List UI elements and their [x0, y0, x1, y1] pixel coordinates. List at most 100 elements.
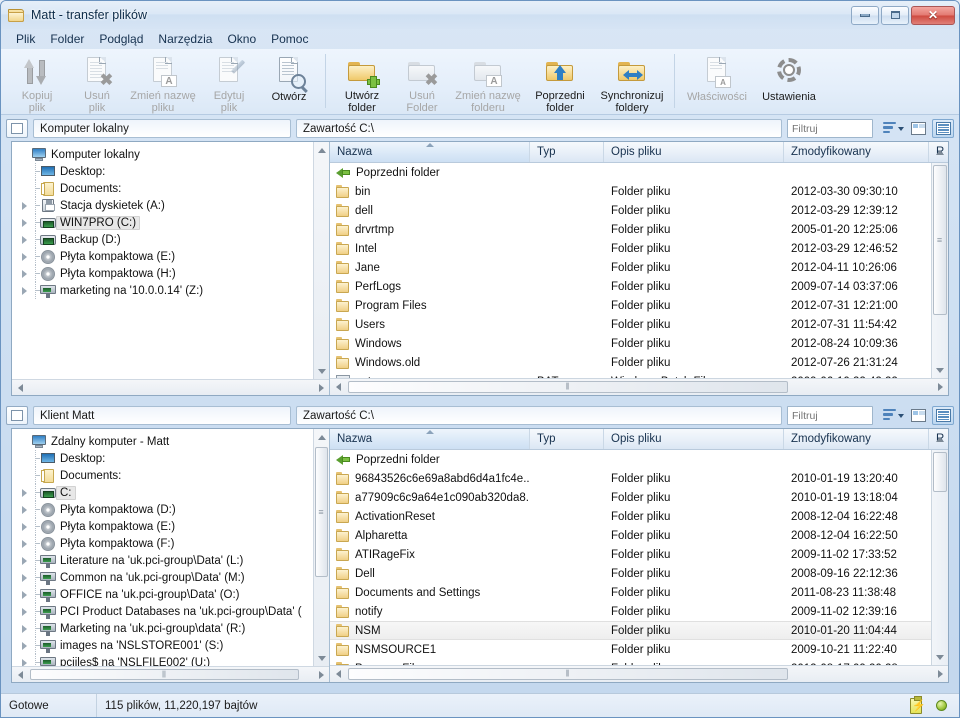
table-row[interactable]: a77909c6c9a64e1c090ab320da8... Folder pli… [330, 488, 931, 507]
remote-location-field[interactable]: Klient Matt [33, 406, 291, 425]
column-header-zmodyfikowany[interactable]: Zmodyfikowany [784, 142, 929, 162]
table-row[interactable]: bin Folder pliku 2012-03-30 09:30:10 [330, 182, 931, 201]
expand-arrow-icon[interactable] [18, 286, 31, 295]
remote-tree[interactable]: Zdalny komputer - Matt Desktop: Documents:… [12, 429, 330, 682]
table-row[interactable]: PerfLogs Folder pliku 2009-07-14 03:37:06 [330, 277, 931, 296]
rename-file-button[interactable]: A Zmień nazwę pliku [127, 52, 199, 114]
tree-item[interactable]: Documents: [16, 180, 329, 197]
local-list-hscroll-thumb[interactable]: ⦀ [348, 381, 788, 393]
table-row[interactable]: NSM Folder pliku 2010-01-20 11:04:44 [330, 621, 931, 640]
expand-arrow-icon[interactable] [18, 218, 31, 227]
local-list-vscroll-thumb[interactable]: ≡ [933, 165, 947, 315]
table-row[interactable]: Documents and Settings Folder pliku 2011-0… [330, 583, 931, 602]
table-row[interactable]: NSMSOURCE1 Folder pliku 2009-10-21 11:22:4… [330, 640, 931, 659]
close-button[interactable]: ✕ [911, 5, 955, 25]
remote-file-list[interactable]: Nazwa Typ Opis pliku Zmodyfikowany R Pop… [330, 429, 948, 682]
table-row[interactable]: Intel Folder pliku 2012-03-29 12:46:52 [330, 239, 931, 258]
edit-file-button[interactable]: Edytuj plik [199, 52, 259, 114]
tree-item[interactable]: PCI Product Databases na 'uk.pci-group\D… [16, 603, 329, 620]
remote-tree-hscrollbar[interactable]: ⦀ [12, 666, 329, 682]
table-row[interactable]: ATIRageFix Folder pliku 2009-11-02 17:33:5… [330, 545, 931, 564]
expand-arrow-icon[interactable] [18, 624, 31, 633]
tree-item[interactable]: Płyta kompaktowa (E:) [16, 248, 329, 265]
tree-item[interactable]: Stacja dyskietek (A:) [16, 197, 329, 214]
table-row[interactable]: Users Folder pliku 2012-07-31 11:54:42 [330, 315, 931, 334]
local-file-list[interactable]: Nazwa Typ Opis pliku Zmodyfikowany R Pop… [330, 142, 948, 395]
local-filter-input[interactable] [787, 119, 873, 138]
table-row[interactable]: Poprzedni folder [330, 450, 931, 469]
tree-item[interactable]: Płyta kompaktowa (E:) [16, 518, 329, 535]
remote-list-hscroll-thumb[interactable]: ⦀ [348, 668, 788, 680]
delete-file-button[interactable]: ✖ Usuń plik [67, 52, 127, 114]
local-location-field[interactable]: Komputer lokalny [33, 119, 291, 138]
column-header-opis-pliku[interactable]: Opis pliku [604, 142, 784, 162]
tree-item[interactable]: Płyta kompaktowa (F:) [16, 535, 329, 552]
table-row[interactable]: Windows.old Folder pliku 2012-07-26 21:31:… [330, 353, 931, 372]
table-row[interactable]: ActivationReset Folder pliku 2008-12-04 16… [330, 507, 931, 526]
table-row[interactable]: drvrtmp Folder pliku 2005-01-20 12:25:06 [330, 220, 931, 239]
remote-thumbnails-view-button[interactable] [907, 406, 929, 425]
remote-filter-input[interactable] [787, 406, 873, 425]
local-tree-vscrollbar[interactable] [313, 142, 329, 379]
column-header-nazwa[interactable]: Nazwa [330, 142, 530, 162]
tree-item[interactable]: Desktop: [16, 163, 329, 180]
remote-tree-hscroll-thumb[interactable]: ⦀ [30, 669, 299, 680]
menu-plik[interactable]: Plik [10, 30, 44, 49]
tree-item[interactable]: WIN7PRO (C:) [16, 214, 329, 231]
menu-podglad[interactable]: Podgląd [93, 30, 152, 49]
expand-arrow-icon[interactable] [18, 235, 31, 244]
tree-item[interactable]: Komputer lokalny [16, 146, 329, 163]
tree-item[interactable]: Literature na 'uk.pci-group\Data' (L:) [16, 552, 329, 569]
minimize-button[interactable] [851, 5, 879, 25]
column-header-zmodyfikowany[interactable]: Zmodyfikowany [784, 429, 929, 449]
expand-arrow-icon[interactable] [18, 607, 31, 616]
local-pane-toggle-button[interactable] [6, 119, 28, 138]
column-header-typ[interactable]: Typ [530, 429, 604, 449]
table-row[interactable]: Alpharetta Folder pliku 2008-12-04 16:22:5… [330, 526, 931, 545]
table-row[interactable]: notify Folder pliku 2009-11-02 12:39:16 [330, 602, 931, 621]
column-header-typ[interactable]: Typ [530, 142, 604, 162]
tree-item[interactable]: Płyta kompaktowa (H:) [16, 265, 329, 282]
local-content-field[interactable]: Zawartość C:\ [296, 119, 782, 138]
table-row[interactable]: dell Folder pliku 2012-03-29 12:39:12 [330, 201, 931, 220]
tree-item[interactable]: Backup (D:) [16, 231, 329, 248]
rename-folder-button[interactable]: A Zmień nazwę folderu [452, 52, 524, 114]
properties-button[interactable]: A Właściwości [681, 52, 753, 114]
local-tree[interactable]: Komputer lokalny Desktop: Documents: Stacja… [12, 142, 330, 395]
copy-file-button[interactable]: Kopiuj plik [7, 52, 67, 114]
power-battery-icon[interactable] [910, 695, 926, 714]
tree-item[interactable]: marketing na '10.0.0.14' (Z:) [16, 282, 329, 299]
remote-list-vscrollbar[interactable] [931, 436, 948, 665]
expand-arrow-icon[interactable] [18, 573, 31, 582]
table-row[interactable]: Poprzedni folder [330, 163, 931, 182]
remote-details-view-button[interactable] [932, 406, 954, 425]
open-file-button[interactable]: Otwórz [259, 52, 319, 114]
tree-item[interactable]: C: [16, 484, 329, 501]
expand-arrow-icon[interactable] [18, 252, 31, 261]
expand-arrow-icon[interactable] [18, 641, 31, 650]
tree-item[interactable]: Common na 'uk.pci-group\Data' (M:) [16, 569, 329, 586]
settings-button[interactable]: Ustawienia [753, 52, 825, 114]
local-tree-hscrollbar[interactable] [12, 379, 329, 395]
column-header-nazwa[interactable]: Nazwa [330, 429, 530, 449]
remote-sort-button[interactable] [882, 406, 904, 425]
table-row[interactable]: Windows Folder pliku 2012-08-24 10:09:36 [330, 334, 931, 353]
expand-arrow-icon[interactable] [18, 269, 31, 278]
expand-arrow-icon[interactable] [18, 201, 31, 210]
expand-arrow-icon[interactable] [18, 539, 31, 548]
menu-folder[interactable]: Folder [44, 30, 93, 49]
menu-narzedzia[interactable]: Narzędzia [152, 30, 221, 49]
table-row[interactable]: 96843526c6e69a8abd6d4a1fc4e... Folder pli… [330, 469, 931, 488]
menu-okno[interactable]: Okno [221, 30, 265, 49]
remote-pane-toggle-button[interactable] [6, 406, 28, 425]
remote-list-hscrollbar[interactable]: ⦀ [330, 665, 948, 682]
tree-item[interactable]: Płyta kompaktowa (D:) [16, 501, 329, 518]
local-details-view-button[interactable] [932, 119, 954, 138]
expand-arrow-icon[interactable] [18, 505, 31, 514]
table-row[interactable]: Program Files Folder pliku 2012-07-31 12:2… [330, 296, 931, 315]
table-row[interactable]: Dell Folder pliku 2008-09-16 22:12:36 [330, 564, 931, 583]
table-row[interactable]: Jane Folder pliku 2012-04-11 10:26:06 [330, 258, 931, 277]
sync-folders-button[interactable]: Synchronizuj foldery [596, 52, 668, 114]
remote-content-field[interactable]: Zawartość C:\ [296, 406, 782, 425]
tree-item[interactable]: images na 'NSLSTORE001' (S:) [16, 637, 329, 654]
